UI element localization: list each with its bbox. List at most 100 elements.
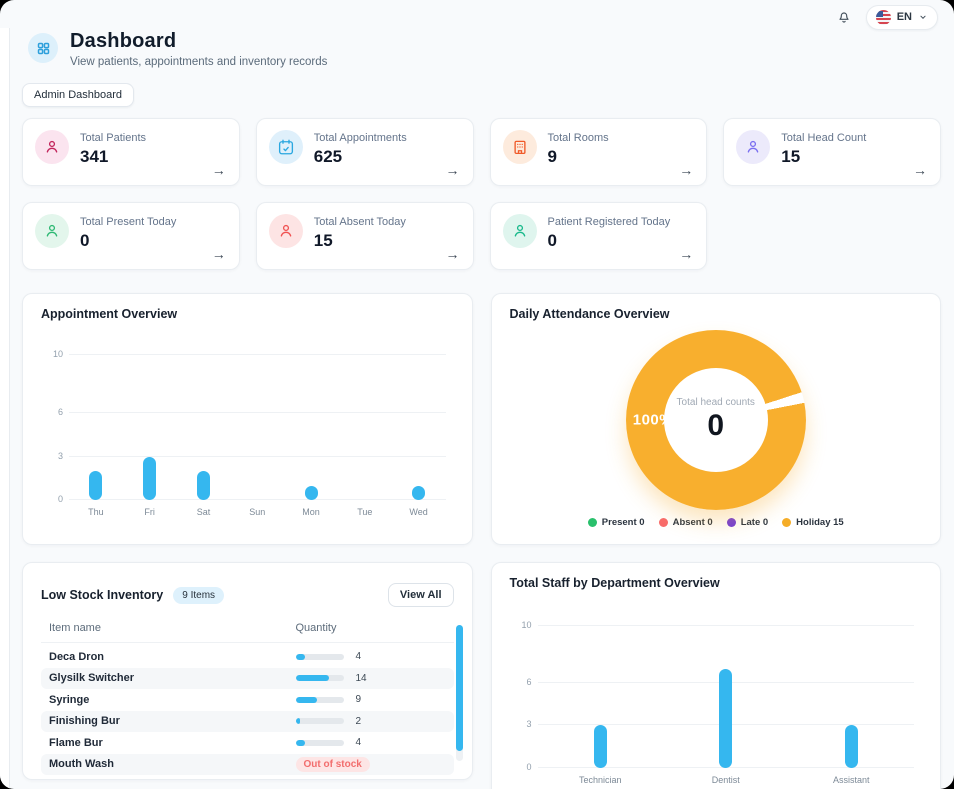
item-name: Deca Dron bbox=[49, 651, 296, 663]
legend-label: Late 0 bbox=[741, 517, 768, 528]
staff-overview-chart: 03610TechnicianDentistAssistant bbox=[538, 626, 915, 768]
topbar: EN bbox=[0, 0, 954, 28]
appointment-overview-card: Appointment Overview 03610ThuFriSatSunMo… bbox=[22, 293, 473, 545]
arrow-right-icon[interactable]: → bbox=[679, 162, 693, 178]
low-stock-inventory-card: Low Stock Inventory 9 Items View All Ite… bbox=[22, 562, 473, 780]
stat-label: Patient Registered Today bbox=[548, 216, 671, 228]
x-label: Wed bbox=[392, 507, 446, 517]
stat-card-total-present-today[interactable]: Total Present Today 0 → bbox=[22, 202, 240, 270]
stat-label: Total Appointments bbox=[314, 132, 407, 144]
legend-label: Holiday 15 bbox=[796, 517, 844, 528]
person-icon bbox=[35, 214, 69, 248]
appointment-overview-chart: 03610ThuFriSatSunMonTueWed bbox=[69, 355, 446, 500]
building-icon bbox=[503, 130, 537, 164]
bar-technician bbox=[594, 725, 607, 768]
y-tick: 0 bbox=[512, 762, 532, 772]
scrollbar-thumb[interactable] bbox=[456, 625, 463, 751]
arrow-right-icon[interactable]: → bbox=[446, 162, 460, 178]
legend-item: Present 0 bbox=[588, 517, 645, 528]
bar-column-fri: Fri bbox=[123, 355, 177, 500]
chevron-down-icon bbox=[918, 12, 928, 22]
stat-value: 15 bbox=[314, 231, 406, 251]
stat-card-total-rooms[interactable]: Total Rooms 9 → bbox=[490, 118, 708, 186]
view-all-button[interactable]: View All bbox=[388, 583, 454, 607]
stat-value: 625 bbox=[314, 147, 407, 167]
legend-item: Late 0 bbox=[727, 517, 768, 528]
bar-dentist bbox=[719, 669, 732, 768]
stat-label: Total Absent Today bbox=[314, 216, 406, 228]
item-name: Flame Bur bbox=[49, 737, 296, 749]
inventory-row: Mouth WashOut of stock bbox=[41, 754, 454, 776]
out-of-stock-badge: Out of stock bbox=[296, 757, 370, 772]
arrow-right-icon[interactable]: → bbox=[679, 246, 693, 262]
page-header: Dashboard View patients, appointments an… bbox=[22, 30, 941, 68]
staff-overview-card: Total Staff by Department Overview 03610… bbox=[491, 562, 942, 789]
stat-value: 15 bbox=[781, 147, 866, 167]
quantity-value: 4 bbox=[356, 737, 362, 748]
calendar-check-icon bbox=[269, 130, 303, 164]
stats-grid: Total Patients 341 → Total Appointments … bbox=[22, 118, 941, 270]
y-tick: 6 bbox=[43, 407, 63, 417]
legend-dot bbox=[727, 518, 736, 527]
x-label: Sat bbox=[177, 507, 231, 517]
bar-column-tue: Tue bbox=[338, 355, 392, 500]
app-window: EN Dashboard View patients, appointments… bbox=[0, 0, 954, 789]
stat-card-total-absent-today[interactable]: Total Absent Today 15 → bbox=[256, 202, 474, 270]
arrow-right-icon[interactable]: → bbox=[212, 162, 226, 178]
language-selector[interactable]: EN bbox=[866, 5, 938, 30]
notifications-button[interactable] bbox=[836, 9, 852, 25]
bar-column-thu: Thu bbox=[69, 355, 123, 500]
main-content: Dashboard View patients, appointments an… bbox=[0, 30, 954, 789]
tab-admin-dashboard[interactable]: Admin Dashboard bbox=[22, 83, 134, 107]
person-icon bbox=[269, 214, 303, 248]
bar-column-technician: Technician bbox=[538, 626, 664, 768]
quantity-bar bbox=[296, 697, 344, 703]
arrow-right-icon[interactable]: → bbox=[913, 162, 927, 178]
y-tick: 0 bbox=[43, 494, 63, 504]
attendance-legend: Present 0 Absent 0 Late 0 Holiday 15 bbox=[510, 517, 923, 528]
donut-center-label: Total head counts bbox=[677, 397, 755, 408]
stat-label: Total Present Today bbox=[80, 216, 176, 228]
staff-overview-title: Total Staff by Department Overview bbox=[510, 576, 923, 590]
donut-center: Total head counts 0 bbox=[664, 368, 768, 472]
scrollbar[interactable] bbox=[456, 625, 463, 761]
arrow-right-icon[interactable]: → bbox=[212, 246, 226, 262]
x-label: Assistant bbox=[789, 775, 915, 785]
bar-fri bbox=[143, 457, 156, 501]
y-tick: 10 bbox=[512, 620, 532, 630]
arrow-right-icon[interactable]: → bbox=[446, 246, 460, 262]
quantity-bar bbox=[296, 740, 344, 746]
stat-card-total-appointments[interactable]: Total Appointments 625 → bbox=[256, 118, 474, 186]
us-flag-icon bbox=[876, 10, 891, 25]
quantity-value: 2 bbox=[356, 716, 362, 727]
y-tick: 3 bbox=[512, 719, 532, 729]
legend-label: Absent 0 bbox=[673, 517, 713, 528]
item-name: Finishing Bur bbox=[49, 715, 296, 727]
y-tick: 3 bbox=[43, 451, 63, 461]
bar-column-mon: Mon bbox=[284, 355, 338, 500]
stat-value: 9 bbox=[548, 147, 609, 167]
stat-value: 0 bbox=[80, 231, 176, 251]
stat-card-total-head-count[interactable]: Total Head Count 15 → bbox=[723, 118, 941, 186]
stat-label: Total Rooms bbox=[548, 132, 609, 144]
quantity-bar bbox=[296, 675, 344, 681]
bottom-row: Low Stock Inventory 9 Items View All Ite… bbox=[22, 562, 941, 789]
column-quantity: Quantity bbox=[296, 622, 446, 634]
stat-value: 0 bbox=[548, 231, 671, 251]
attendance-donut-chart: 100% Total head counts 0 bbox=[626, 330, 806, 510]
bar-column-sun: Sun bbox=[230, 355, 284, 500]
stat-label: Total Head Count bbox=[781, 132, 866, 144]
language-label: EN bbox=[897, 11, 912, 23]
bar-sat bbox=[197, 471, 210, 500]
bar-column-sat: Sat bbox=[177, 355, 231, 500]
stat-card-patient-registered-today[interactable]: Patient Registered Today 0 → bbox=[490, 202, 708, 270]
charts-row: Appointment Overview 03610ThuFriSatSunMo… bbox=[22, 293, 941, 545]
quantity-value: 4 bbox=[356, 651, 362, 662]
stat-value: 341 bbox=[80, 147, 146, 167]
legend-item: Absent 0 bbox=[659, 517, 713, 528]
bell-icon bbox=[836, 9, 852, 25]
stat-card-total-patients[interactable]: Total Patients 341 → bbox=[22, 118, 240, 186]
y-tick: 10 bbox=[43, 349, 63, 359]
item-name: Glysilk Switcher bbox=[49, 672, 296, 684]
bar-column-assistant: Assistant bbox=[789, 626, 915, 768]
